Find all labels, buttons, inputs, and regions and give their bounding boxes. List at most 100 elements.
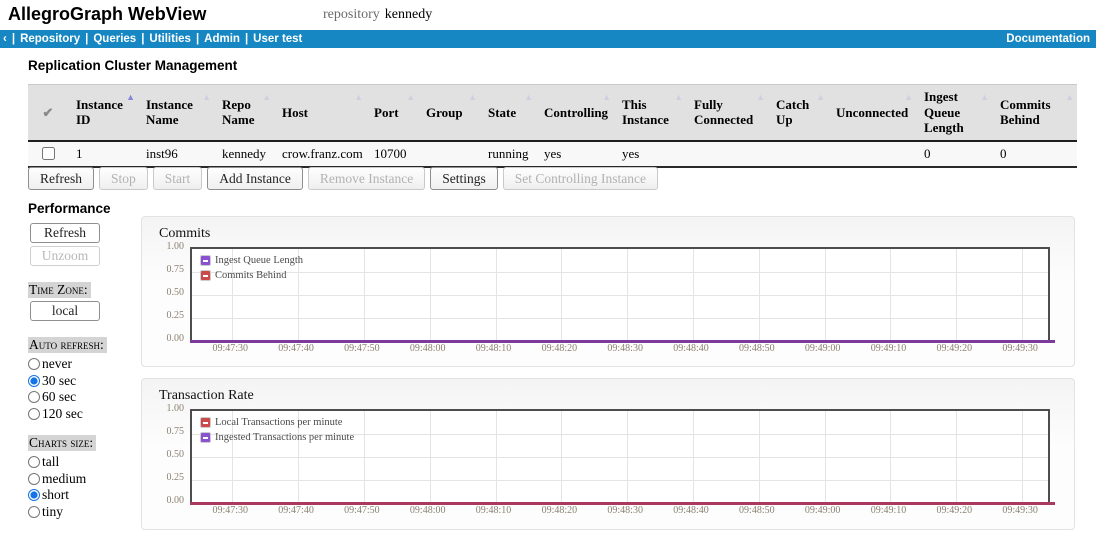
- column-header-ingest-queue-length[interactable]: Ingest Queue Length ▲: [916, 83, 992, 141]
- column-header-instance-id[interactable]: Instance ID ▲: [68, 83, 138, 141]
- gridline-horizontal: [192, 295, 1048, 296]
- column-header-group[interactable]: Group ▲: [418, 83, 480, 141]
- main-nav: ‹ | Repository | Queries | Utilities | Admin | Use…: [0, 30, 1096, 48]
- y-tick-label: 0.75: [166, 264, 185, 275]
- x-tick-label: 09:48:30: [607, 343, 643, 354]
- refresh-button[interactable]: Refresh: [30, 223, 100, 243]
- chart-title: Commits: [159, 226, 211, 241]
- column-header-port[interactable]: Port ▲: [366, 83, 418, 141]
- radio-label: medium: [42, 470, 87, 486]
- radio-input-never[interactable]: [28, 358, 40, 371]
- column-header-controlling[interactable]: Controlling ▲: [536, 83, 614, 141]
- legend-label: Ingested Transactions per minute: [215, 432, 355, 443]
- row-select-checkbox[interactable]: [42, 146, 55, 160]
- gridline-horizontal: [192, 272, 1048, 273]
- table-cell: [686, 141, 768, 167]
- time-zone-label: Time Zone:: [28, 282, 91, 298]
- column-header-this-instance[interactable]: This Instance ▲: [614, 83, 686, 141]
- x-tick-label: 09:48:20: [541, 505, 578, 516]
- nav-item-admin[interactable]: Admin: [204, 33, 240, 45]
- gridline-horizontal: [192, 480, 1048, 481]
- plot-area[interactable]: Ingest Queue Length Commits Behind: [190, 247, 1055, 343]
- table-cell: yes: [544, 145, 562, 161]
- nav-item-user-test[interactable]: User test: [253, 33, 302, 45]
- radio-option-30-sec[interactable]: 30 sec: [28, 373, 138, 390]
- radio-option-medium[interactable]: medium: [28, 471, 138, 488]
- time-zone-button[interactable]: local: [30, 301, 100, 321]
- x-tick-label: 09:48:10: [475, 505, 512, 516]
- table-cell: running: [488, 145, 529, 161]
- y-tick-label: 0.75: [166, 426, 185, 437]
- nav-item-utilities[interactable]: Utilities: [149, 33, 191, 45]
- nav-documentation-link[interactable]: Documentation: [1006, 33, 1096, 45]
- nav-item-repository[interactable]: Repository: [20, 33, 80, 45]
- table-header-row: ✔ Instance ID ▲ Instance Name ▲ Repo Name ▲ Hos…: [28, 83, 1077, 141]
- y-tick-label: 1.00: [166, 403, 185, 414]
- legend-swatch-icon: [200, 255, 211, 266]
- radio-input-medium[interactable]: [28, 472, 40, 485]
- page: AllegroGraph WebView repository kennedy ‹…: [0, 0, 1096, 533]
- column-header-catch-up[interactable]: Catch Up ▲: [768, 83, 828, 141]
- column-header-state[interactable]: State ▲: [480, 83, 536, 141]
- column-header-repo-name[interactable]: Repo Name ▲: [214, 83, 274, 141]
- radio-input-tiny[interactable]: [28, 505, 40, 518]
- x-tick-label: 09:47:50: [344, 505, 380, 516]
- charts-size-label: Charts size:: [28, 435, 97, 451]
- radio-option-short[interactable]: short: [28, 487, 138, 504]
- x-tick-label: 09:48:50: [739, 505, 775, 516]
- column-header-host[interactable]: Host ▲: [274, 83, 366, 141]
- x-tick-label: 09:47:40: [278, 343, 314, 354]
- row-select-cell: [28, 141, 68, 167]
- radio-label: tall: [42, 454, 60, 470]
- sort-arrow-icon: ▲: [904, 92, 913, 102]
- column-header-fully-connected[interactable]: Fully Connected ▲: [686, 83, 768, 141]
- checkmark-icon: ✔: [42, 104, 54, 120]
- radio-option-never[interactable]: never: [28, 356, 138, 373]
- column-header-commits-behind[interactable]: Commits Behind ▲: [992, 83, 1077, 141]
- radio-label: tiny: [42, 503, 64, 519]
- column-header-unconnected[interactable]: Unconnected ▲: [828, 83, 916, 141]
- plot-area[interactable]: Local Transactions per minute Ingested Tr…: [190, 409, 1055, 505]
- auto-refresh-label: Auto refresh:: [28, 337, 107, 353]
- x-tick-label: 09:48:40: [673, 505, 709, 516]
- radio-input-60-sec[interactable]: [28, 391, 40, 404]
- radio-option-120-sec[interactable]: 120 sec: [28, 406, 138, 423]
- column-header-label: Port: [374, 104, 399, 120]
- radio-input-30-sec[interactable]: [28, 374, 40, 387]
- nav-back-link[interactable]: ‹: [3, 33, 7, 45]
- performance-sidebar: Performance Refresh Unzoom Time Zone: local…: [28, 201, 138, 520]
- x-tick-label: 09:49:20: [936, 505, 973, 516]
- radio-input-short[interactable]: [28, 489, 40, 502]
- column-header-label: Repo Name: [222, 96, 255, 128]
- column-header-label: Instance ID: [76, 96, 123, 128]
- chart-legend-item: Ingest Queue Length: [200, 253, 303, 268]
- unzoom-button: Unzoom: [30, 246, 100, 266]
- column-header-instance-name[interactable]: Instance Name ▲: [138, 83, 214, 141]
- table-cell: crow.franz.com: [282, 145, 363, 161]
- x-tick-label: 09:49:00: [804, 343, 841, 354]
- column-header-label: Instance Name: [146, 96, 193, 128]
- radio-label: 60 sec: [42, 389, 77, 405]
- nav-separator: |: [85, 33, 89, 45]
- nav-separator: |: [244, 33, 249, 45]
- legend-swatch-icon: [200, 270, 211, 281]
- refresh-button[interactable]: Refresh: [28, 167, 94, 190]
- sort-arrow-icon: ▲: [674, 92, 683, 102]
- radio-input-tall[interactable]: [28, 456, 40, 469]
- nav-item-queries[interactable]: Queries: [93, 33, 136, 45]
- radio-option-tiny[interactable]: tiny: [28, 504, 138, 521]
- repository-name: kennedy: [384, 7, 433, 22]
- nav-separator: |: [11, 33, 16, 45]
- column-header-label: Commits Behind: [1000, 96, 1051, 128]
- sort-arrow-icon: ▲: [406, 92, 415, 102]
- radio-input-120-sec[interactable]: [28, 407, 40, 420]
- settings-button[interactable]: Settings: [430, 167, 498, 190]
- x-tick-label: 09:49:10: [870, 505, 907, 516]
- table-cell: 10700: [374, 145, 407, 161]
- add-instance-button[interactable]: Add Instance: [207, 167, 303, 190]
- x-tick-label: 09:47:30: [212, 343, 248, 354]
- radio-option-60-sec[interactable]: 60 sec: [28, 389, 138, 406]
- sort-arrow-icon: ▲: [980, 92, 989, 102]
- radio-option-tall[interactable]: tall: [28, 454, 138, 471]
- x-tick-label: 09:49:20: [936, 343, 973, 354]
